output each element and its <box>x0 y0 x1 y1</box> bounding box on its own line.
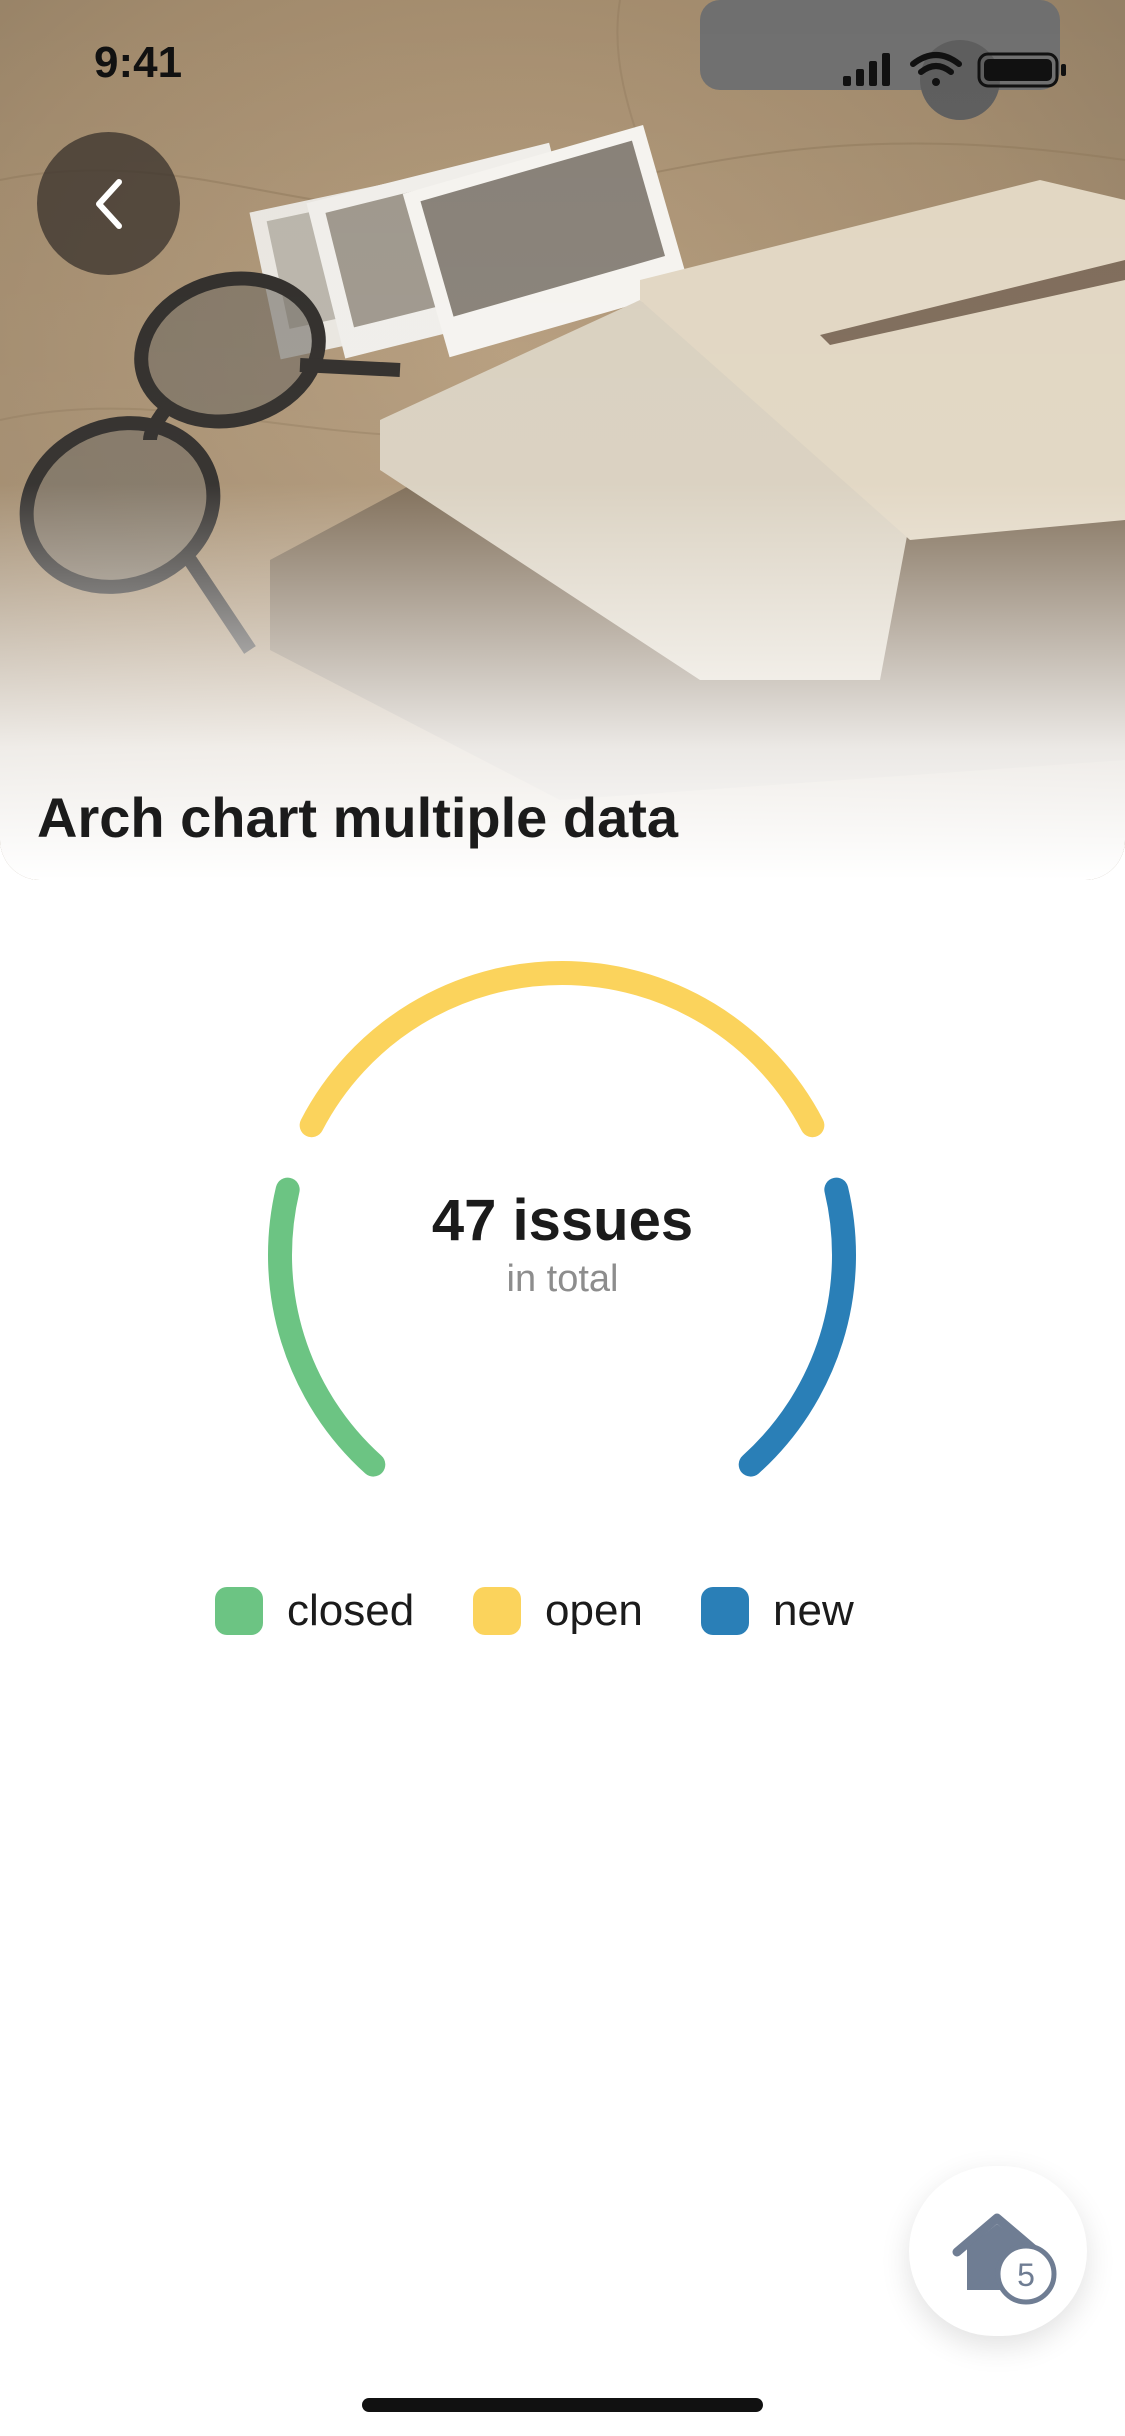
chart-legend: closed open new <box>0 1586 1125 1646</box>
home-badge-count: 5 <box>1017 2257 1035 2293</box>
hero-image: 9:41 Arch chart multiple data <box>0 0 1125 880</box>
home-icon: 5 <box>952 2213 1057 2305</box>
arc-segment-open <box>299 961 825 1138</box>
legend-swatch-open <box>473 1587 521 1635</box>
legend-item-closed: closed <box>215 1586 414 1636</box>
chart-total-value: 47 issues <box>431 1188 694 1253</box>
legend-label-open: open <box>545 1586 643 1635</box>
chevron-left-icon <box>95 178 122 229</box>
chart-total-caption: in total <box>506 1258 619 1300</box>
legend-item-open: open <box>473 1586 643 1636</box>
legend-swatch-closed <box>215 1587 263 1635</box>
back-button[interactable] <box>37 132 180 275</box>
home-button[interactable]: 5 <box>909 2166 1087 2336</box>
arch-chart: 47 issues in total <box>0 900 1125 1600</box>
legend-label-new: new <box>773 1586 854 1635</box>
status-time: 9:41 <box>94 38 183 87</box>
home-indicator <box>362 2398 763 2412</box>
battery-icon <box>977 52 1066 88</box>
wifi-icon <box>910 52 962 86</box>
legend-label-closed: closed <box>287 1586 415 1635</box>
status-bar: 9:41 <box>0 0 1125 135</box>
legend-swatch-new <box>701 1587 749 1635</box>
status-icons <box>843 52 1066 88</box>
page-title: Arch chart multiple data <box>37 786 679 849</box>
cellular-signal-icon <box>843 53 890 86</box>
legend-item-new: new <box>701 1586 854 1636</box>
